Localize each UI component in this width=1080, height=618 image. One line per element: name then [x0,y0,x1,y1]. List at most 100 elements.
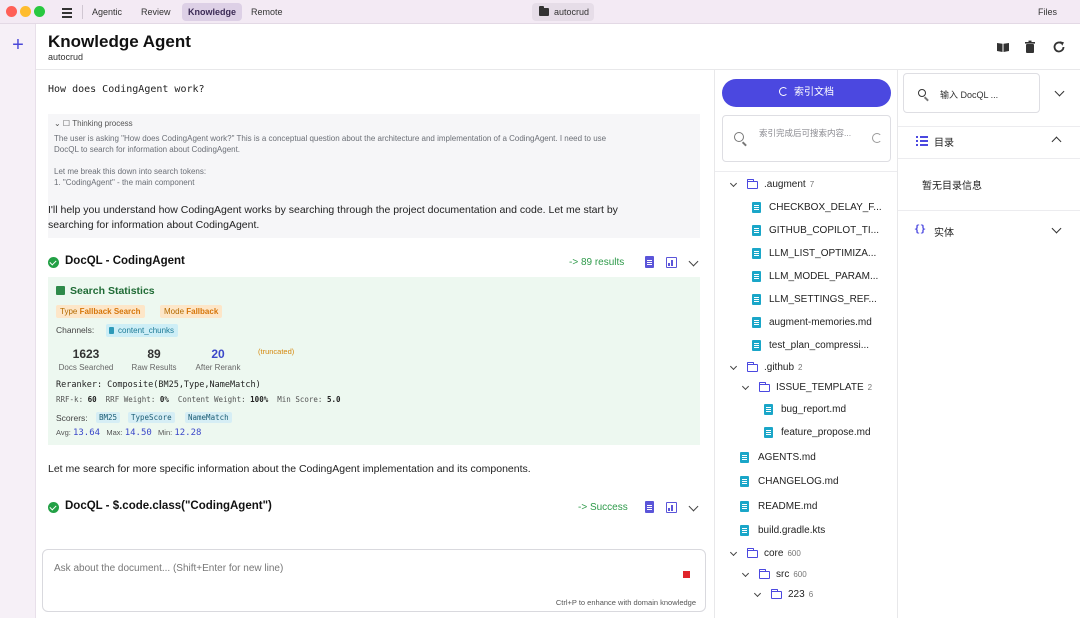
divider [898,158,1080,159]
tree-label: AGENTS.md [758,452,816,463]
files-button[interactable]: Files [1038,3,1057,21]
stats-title: Search Statistics [56,285,155,297]
book-icon[interactable] [996,40,1010,54]
param-label: RRF-k: [56,395,84,404]
tab-review[interactable]: Review [135,3,177,21]
refresh-icon[interactable] [1052,40,1066,54]
tree-file[interactable]: test_plan_compressi... [752,336,869,356]
file-icon [752,248,761,259]
left-rail: + [0,24,36,618]
tree-label: core [764,548,784,559]
tree-search-input[interactable]: 索引完成后可搜索内容... [722,115,891,162]
param-label: Min Score: [277,395,323,404]
file-icon [752,225,761,236]
refresh-icon [779,87,788,96]
docql-input[interactable]: 输入 DocQL ... [903,73,1040,113]
truncated-note: (truncated) [258,347,295,356]
user-question: How does CodingAgent work? [48,84,205,95]
tree-file[interactable]: build.gradle.kts [740,521,825,541]
new-chat-plus-icon[interactable]: + [9,35,27,55]
mode-badge: Mode Fallback [160,305,223,318]
chevron-down-icon [729,362,738,371]
minimize-window-button[interactable] [20,6,31,17]
tab-knowledge[interactable]: Knowledge [182,3,243,21]
tree-count: 2 [867,383,873,392]
tree-file[interactable]: LLM_MODEL_PARAM... [752,267,878,287]
tree-file[interactable]: CHECKBOX_DELAY_F... [752,198,882,218]
badge-value: Fallback [186,307,219,316]
hamburger-menu-icon[interactable] [60,5,74,19]
param-label: Content Weight: [177,395,246,404]
entities-header[interactable]: 实体 [934,224,954,239]
stats-chart-icon[interactable] [666,502,677,513]
tree-file[interactable]: CHANGELOG.md [740,472,839,492]
document-icon[interactable] [645,501,654,513]
tree-file[interactable]: LLM_SETTINGS_REF... [752,290,877,310]
tree-file[interactable]: bug_report.md [764,400,846,420]
tab-remote[interactable]: Remote [245,3,289,21]
index-documents-button[interactable]: 索引文档 [722,79,891,107]
tree-file[interactable]: LLM_LIST_OPTIMIZA... [752,244,876,264]
maximize-window-button[interactable] [34,6,45,17]
trash-icon[interactable] [1023,40,1037,54]
tab-agentic[interactable]: Agentic [86,3,128,21]
tree-folder[interactable]: .augment 7 [729,175,814,195]
chevron-down-icon[interactable] [688,256,699,267]
tree-folder[interactable]: src 600 [741,565,807,585]
tree-file[interactable]: GITHUB_COPILOT_TI... [752,221,879,241]
tree-count: 7 [809,180,815,189]
chevron-up-icon[interactable] [1051,136,1062,147]
scorer-tag: BM25 [96,412,121,423]
document-icon[interactable] [645,256,654,268]
chat-panel: How does CodingAgent work? ⌄ ☐ Thinking … [36,70,714,544]
tree-folder[interactable]: 223 6 [753,585,813,605]
chevron-down-icon [741,382,750,391]
thinking-label: Thinking process [72,119,133,128]
tool-call-header[interactable]: DocQL - CodingAgent -> 89 results [48,255,702,273]
tree-label: GITHUB_COPILOT_TI... [769,225,880,236]
stop-button[interactable] [683,571,690,578]
chat-input-box[interactable]: Ask about the document... (Shift+Enter f… [42,549,706,612]
docs-searched-label: Docs Searched [58,363,114,372]
project-selector[interactable]: autocrud [532,3,594,21]
tool-call-header[interactable]: DocQL - $.code.class("CodingAgent") -> S… [48,500,702,518]
thinking-toggle[interactable]: ⌄ ☐ Thinking process [54,118,694,129]
after-rerank-label: After Rerank [195,363,241,372]
channel-chip: content_chunks [106,324,179,337]
tree-file[interactable]: AGENTS.md [740,448,816,468]
tree-folder[interactable]: .github 2 [729,358,802,378]
tool-call-result: -> Success [578,502,628,513]
message-line: I'll help you understand how CodingAgent… [48,204,618,216]
param-value: 0% [159,395,169,404]
chat-input-placeholder[interactable]: Ask about the document... (Shift+Enter f… [54,563,283,574]
chevron-down-icon[interactable] [688,501,699,512]
chevron-down-icon[interactable] [1054,86,1065,97]
tree-file[interactable]: feature_propose.md [764,423,871,443]
chevron-down-icon[interactable] [1051,223,1062,234]
tree-file[interactable]: README.md [740,497,817,517]
file-icon [764,427,773,438]
tree-label: .github [764,362,795,373]
stats-chart-icon[interactable] [666,257,677,268]
folder-icon [746,361,758,372]
file-icon [752,271,761,282]
score-label: Min: [158,428,173,437]
file-icon [752,317,761,328]
tree-file[interactable]: augment-memories.md [752,313,872,333]
tree-label: src [776,569,790,580]
score-summary: Avg: 13.64 Max: 14.50 Min: 12.28 [56,428,201,438]
refresh-icon[interactable] [872,133,882,143]
page-title: Knowledge Agent [48,32,191,51]
chevron-down-icon [741,569,750,578]
file-icon [764,404,773,415]
avg-score: 13.64 [72,428,101,438]
chevron-down-icon [729,548,738,557]
tree-folder[interactable]: ISSUE_TEMPLATE 2 [741,378,872,398]
list-icon [916,136,928,146]
tree-folder[interactable]: core 600 [729,544,801,564]
close-window-button[interactable] [6,6,17,17]
toc-header[interactable]: 目录 [934,134,954,149]
composer-hint: Ctrl+P to enhance with domain knowledge [555,598,696,607]
page-header: Knowledge Agent autocrud [36,24,1080,70]
tree-label: LLM_MODEL_PARAM... [769,271,879,282]
